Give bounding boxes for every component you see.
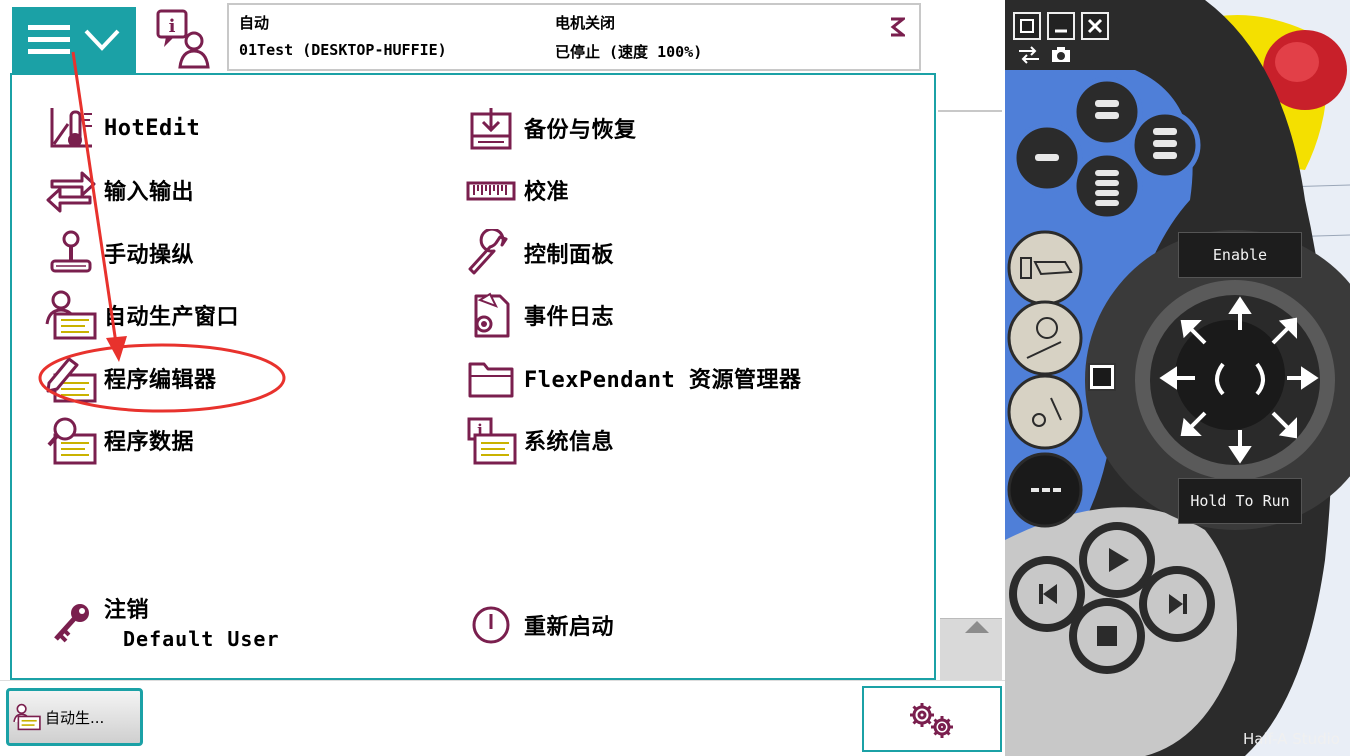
close-window-button[interactable]: [1081, 12, 1109, 40]
menu-label-flexpendant-explorer: FlexPendant 资源管理器: [524, 368, 802, 393]
backup-icon: [464, 103, 518, 153]
side-strip-divider: [938, 110, 1002, 112]
event-log-icon: [464, 290, 518, 340]
menu-item-production-window[interactable]: 自动生产窗口: [44, 290, 239, 340]
hold-to-run-button[interactable]: Hold To Run: [1178, 478, 1302, 524]
taskbar: [0, 680, 1005, 756]
restart-label: 重新启动: [524, 615, 615, 640]
hamburger-icon: [28, 25, 70, 54]
joystick-icon: [44, 228, 98, 278]
menu-label-production-window: 自动生产窗口: [104, 305, 240, 330]
menu-item-system-info[interactable]: i 系统信息: [464, 415, 614, 465]
menu-label-jogging: 手动操纵: [104, 243, 195, 268]
menu-item-program-data[interactable]: 程序数据: [44, 415, 194, 465]
restore-icon: [1020, 19, 1034, 33]
menu-item-backup-restore[interactable]: 备份与恢复: [464, 103, 637, 153]
motor-state: 电机关闭: [555, 14, 616, 32]
window-controls: [1013, 12, 1109, 40]
menu-label-calibration: 校准: [524, 180, 570, 205]
menu-label-hotedit: HotEdit: [104, 115, 201, 141]
system-info-icon: i: [464, 415, 518, 465]
folder-icon: [464, 353, 518, 403]
operating-mode: 自动: [239, 14, 270, 32]
menu-item-calibration[interactable]: 校准: [464, 165, 569, 215]
device-body: [1005, 0, 1350, 756]
watermark: Half-A Studio: [1243, 730, 1340, 748]
chevron-down-icon: [84, 29, 120, 51]
power-icon: [464, 600, 518, 650]
quickset-menu-button[interactable]: [862, 686, 1002, 752]
flexpendant-screen: i 自动 01Test (DESKTOP-HUFFIE) 电机关闭 已停止 (速…: [0, 0, 1005, 756]
menu-label-backup-restore: 备份与恢复: [524, 118, 637, 143]
hotedit-icon: [44, 103, 98, 153]
menu-item-jogging[interactable]: 手动操纵: [44, 228, 194, 278]
io-arrows-icon: [44, 165, 98, 215]
swap-arrows-icon[interactable]: [1017, 46, 1041, 64]
program-data-icon: [44, 415, 98, 465]
menu-item-event-log[interactable]: 事件日志: [464, 290, 614, 340]
close-icon[interactable]: [889, 17, 905, 37]
log-off-label: 注销: [104, 598, 150, 623]
close-icon: [1087, 18, 1103, 34]
current-user-label: Default User: [123, 627, 280, 651]
virtual-flexpendant-device: Enable Hold To Run Half-A Studio: [1005, 0, 1350, 756]
program-editor-icon: [44, 353, 98, 403]
menu-item-program-editor[interactable]: 程序编辑器: [44, 353, 217, 403]
menu-label-program-editor: 程序编辑器: [104, 368, 217, 393]
menu-item-io[interactable]: 输入输出: [44, 165, 194, 215]
camera-icon[interactable]: [1051, 46, 1071, 64]
gears-icon: [910, 703, 953, 738]
menu-item-hotedit[interactable]: HotEdit: [44, 103, 200, 153]
restore-window-button[interactable]: [1013, 12, 1041, 40]
main-menu-button[interactable]: [12, 7, 136, 73]
taskbar-production-window-button[interactable]: 自动生...: [6, 688, 143, 746]
menu-label-program-data: 程序数据: [104, 430, 195, 455]
production-window-icon: [13, 703, 41, 731]
program-state: 已停止 (速度 100%): [555, 43, 703, 61]
scroll-up-button[interactable]: [965, 621, 989, 633]
system-name: 01Test (DESKTOP-HUFFIE): [239, 41, 447, 59]
minimize-window-button[interactable]: [1047, 12, 1075, 40]
screen-side-strip: [938, 73, 1002, 680]
status-bar: 自动 01Test (DESKTOP-HUFFIE) 电机关闭 已停止 (速度 …: [227, 3, 921, 71]
menu-label-control-panel: 控制面板: [524, 243, 615, 268]
wrench-icon: [464, 228, 518, 278]
operator-info-icon[interactable]: i: [150, 5, 220, 71]
key-icon: [44, 597, 98, 647]
menu-item-flexpendant-explorer[interactable]: FlexPendant 资源管理器: [464, 353, 801, 403]
calibration-ruler-icon: [464, 165, 518, 215]
minimize-icon: [1055, 29, 1067, 33]
production-window-icon: [44, 290, 98, 340]
menu-label-system-info: 系统信息: [524, 430, 615, 455]
menu-label-io: 输入输出: [104, 180, 195, 205]
taskbar-button-label: 自动生...: [45, 708, 105, 727]
menu-item-control-panel[interactable]: 控制面板: [464, 228, 614, 278]
enable-button[interactable]: Enable: [1178, 232, 1302, 278]
menu-label-event-log: 事件日志: [524, 305, 615, 330]
restart-button[interactable]: 重新启动: [464, 600, 614, 650]
svg-text:i: i: [169, 16, 176, 37]
